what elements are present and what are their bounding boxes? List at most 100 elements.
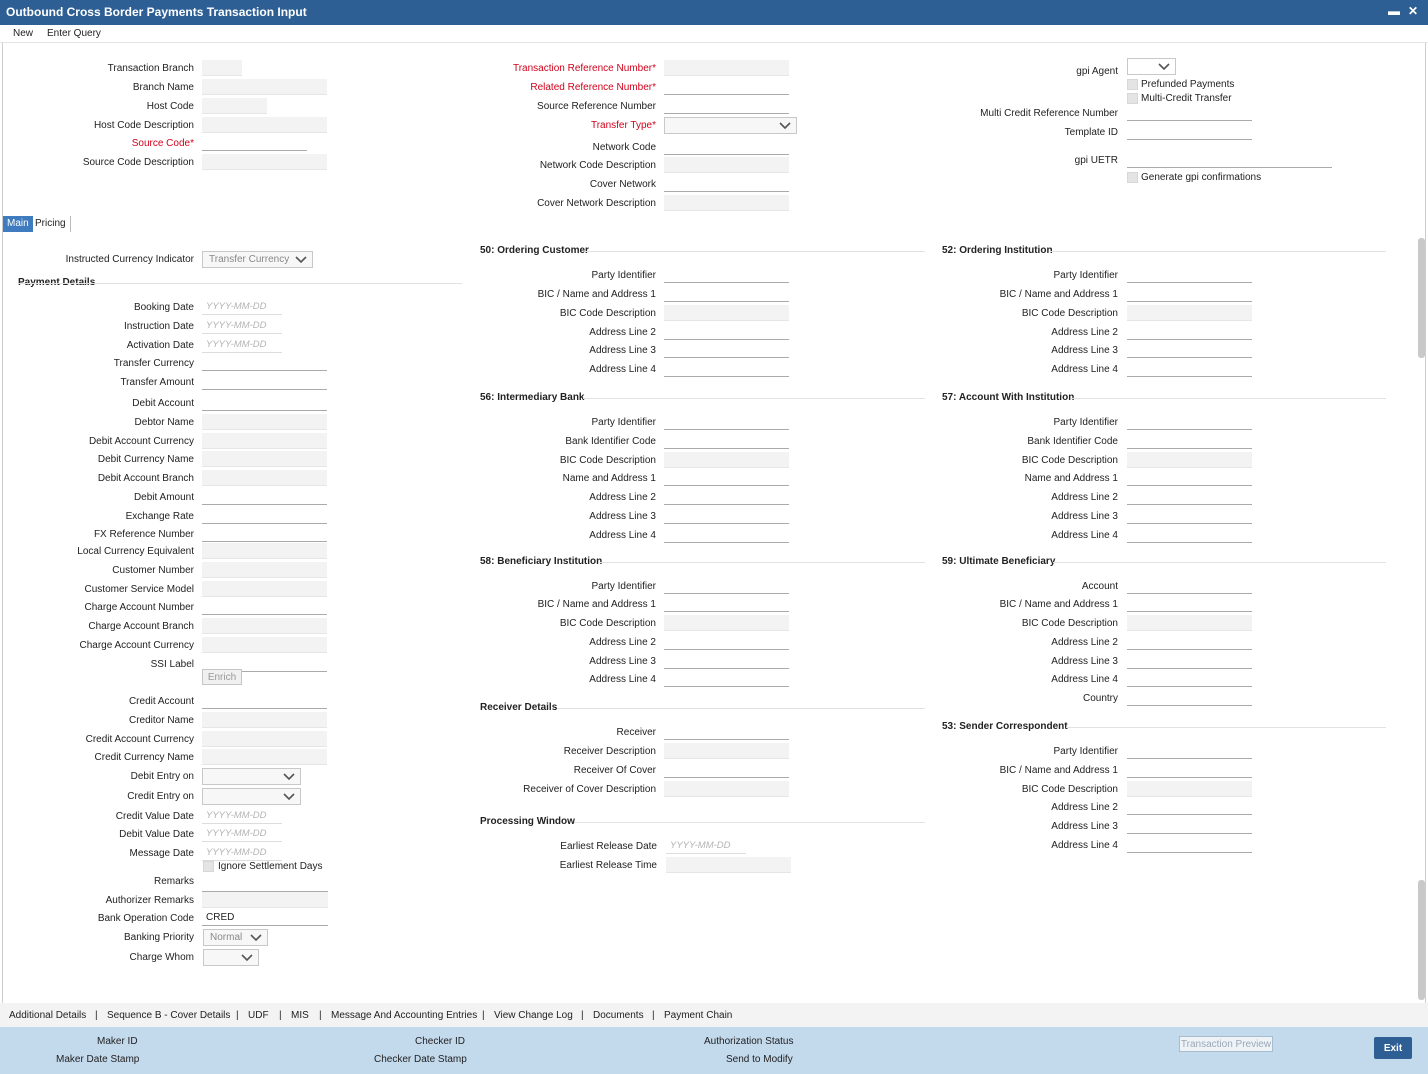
activation-date-date-input[interactable]: YYYY-MM-DD (202, 337, 282, 353)
receiver-details-receiver-of-cover-input[interactable] (664, 762, 789, 778)
fx-reference-number-input[interactable] (202, 526, 327, 542)
ultimate-beneficiary-address-line-4-input[interactable] (1127, 671, 1252, 687)
generate-gpi-confirmations-checkbox[interactable] (1127, 172, 1138, 183)
ultimate-beneficiary-address-line-2-input[interactable] (1127, 634, 1252, 650)
new-button[interactable]: New (13, 28, 33, 39)
account-with-institution-address-line-3-label: Address Line 3 (1051, 511, 1118, 522)
account-with-institution-bic-code-description-label: BIC Code Description (1021, 455, 1118, 466)
minimize-icon[interactable]: ▬ (1388, 4, 1400, 18)
transfer-amount-input[interactable] (202, 374, 327, 390)
ordering-customer-address-line-3-input[interactable] (664, 342, 789, 358)
sender-correspondent-address-line-4-input[interactable] (1127, 837, 1252, 853)
close-icon[interactable]: ✕ (1408, 4, 1418, 18)
link-udf[interactable]: UDF (248, 1010, 269, 1021)
charge-account-number-input[interactable] (202, 599, 327, 615)
debit-value-date-date-input[interactable]: YYYY-MM-DD (202, 826, 282, 842)
ordering-customer-party-identifier-input[interactable] (664, 267, 789, 283)
vertical-scrollbar-thumb-lower[interactable] (1418, 880, 1425, 1000)
link-payment-chain[interactable]: Payment Chain (664, 1010, 732, 1021)
instruction-date-date-input[interactable]: YYYY-MM-DD (202, 318, 282, 334)
account-with-institution-name-and-address-1-input[interactable] (1127, 470, 1252, 486)
beneficiary-institution-address-line-3-input[interactable] (664, 653, 789, 669)
booking-date-date-input[interactable]: YYYY-MM-DD (202, 299, 282, 315)
cover-network-input[interactable] (664, 176, 789, 192)
creditor-name-label: Creditor Name (128, 715, 194, 726)
account-with-institution-address-line-3-input[interactable] (1127, 508, 1252, 524)
transfer-currency-input[interactable] (202, 355, 327, 371)
multi-credit-reference-number-input[interactable] (1127, 105, 1252, 121)
enter-query-button[interactable]: Enter Query (47, 28, 101, 39)
account-with-institution-address-line-2-input[interactable] (1127, 489, 1252, 505)
credit-value-date-date-input[interactable]: YYYY-MM-DD (202, 808, 282, 824)
debit-entry-on-select[interactable] (202, 768, 301, 785)
debit-amount-input[interactable] (202, 489, 327, 505)
source-reference-number-input[interactable] (664, 98, 789, 114)
ignore-settlement-days-checkbox[interactable] (203, 861, 214, 872)
vertical-scrollbar-thumb-upper[interactable] (1418, 238, 1425, 358)
tab-main[interactable]: Main (3, 216, 33, 232)
link-view-change-log[interactable]: View Change Log (494, 1010, 573, 1021)
intermediary-bank-address-line-2-input[interactable] (664, 489, 789, 505)
charge-whom-select[interactable] (203, 949, 259, 966)
ultimate-beneficiary-account-input[interactable] (1127, 578, 1252, 594)
intermediary-bank-address-line-4-input[interactable] (664, 527, 789, 543)
exchange-rate-input[interactable] (202, 508, 327, 524)
beneficiary-institution-address-line-2-input[interactable] (664, 634, 789, 650)
exit-button[interactable]: Exit (1374, 1037, 1412, 1059)
ordering-institution-party-identifier-input[interactable] (1127, 267, 1252, 283)
link-additional-details[interactable]: Additional Details (9, 1010, 86, 1021)
transfer-type-select[interactable] (664, 117, 797, 134)
receiver-details-receiver-input[interactable] (664, 724, 789, 740)
ultimate-beneficiary-bic-name-and-address-1-input[interactable] (1127, 596, 1252, 612)
account-with-institution-party-identifier-input[interactable] (1127, 414, 1252, 430)
enrich-button[interactable]: Enrich (202, 669, 242, 685)
intermediary-bank-name-and-address-1-input[interactable] (664, 470, 789, 486)
processing-window-earliest-release-date-date-input[interactable]: YYYY-MM-DD (666, 838, 746, 854)
sender-correspondent-address-line-3-input[interactable] (1127, 818, 1252, 834)
transaction-preview-button[interactable]: Transaction Preview (1179, 1036, 1273, 1052)
instructed-currency-indicator-select[interactable]: Transfer Currency (202, 251, 313, 268)
banking-priority-select[interactable]: Normal (203, 929, 268, 946)
sender-correspondent-bic-name-and-address-1-input[interactable] (1127, 762, 1252, 778)
intermediary-bank-address-line-3-input[interactable] (664, 508, 789, 524)
network-code-input[interactable] (664, 139, 789, 155)
beneficiary-institution-party-identifier-input[interactable] (664, 578, 789, 594)
related-reference-number-input[interactable] (664, 79, 789, 95)
sender-correspondent-address-line-2-input[interactable] (1127, 799, 1252, 815)
multi-credit-transfer-checkbox[interactable] (1127, 93, 1138, 104)
prefunded-payments-checkbox[interactable] (1127, 79, 1138, 90)
credit-entry-on-select[interactable] (202, 788, 301, 805)
intermediary-bank-bank-identifier-code-input[interactable] (664, 433, 789, 449)
tab-pricing[interactable]: Pricing (31, 216, 71, 232)
processing-window-section-title: Processing Window (480, 816, 575, 827)
ordering-institution-address-line-4-input[interactable] (1127, 361, 1252, 377)
ordering-customer-address-line-4-input[interactable] (664, 361, 789, 377)
remarks-input[interactable] (202, 876, 328, 892)
message-date-date-input[interactable]: YYYY-MM-DD (202, 845, 282, 861)
beneficiary-institution-bic-code-description-label: BIC Code Description (559, 618, 656, 629)
ordering-customer-address-line-2-input[interactable] (664, 324, 789, 340)
sender-correspondent-party-identifier-input[interactable] (1127, 743, 1252, 759)
ordering-institution-address-line-3-input[interactable] (1127, 342, 1252, 358)
gpi-agent-select[interactable] (1127, 58, 1176, 75)
ultimate-beneficiary-address-line-3-input[interactable] (1127, 653, 1252, 669)
account-with-institution-bank-identifier-code-input[interactable] (1127, 433, 1252, 449)
debit-account-input[interactable] (202, 395, 327, 411)
ultimate-beneficiary-country-input[interactable] (1127, 690, 1252, 706)
link-documents[interactable]: Documents (593, 1010, 644, 1021)
source-code-input[interactable] (202, 135, 307, 151)
ordering-customer-bic-name-and-address-1-input[interactable] (664, 286, 789, 302)
beneficiary-institution-address-line-4-input[interactable] (664, 671, 789, 687)
link-sequence-b-cover-details[interactable]: Sequence B - Cover Details (107, 1010, 230, 1021)
link-message-and-accounting-entries[interactable]: Message And Accounting Entries (331, 1010, 477, 1021)
link-mis[interactable]: MIS (291, 1010, 309, 1021)
credit-account-input[interactable] (202, 693, 327, 709)
bank-operation-code-input[interactable]: CRED (202, 910, 328, 926)
template-id-input[interactable] (1127, 124, 1252, 140)
ordering-institution-address-line-2-input[interactable] (1127, 324, 1252, 340)
beneficiary-institution-bic-name-and-address-1-input[interactable] (664, 596, 789, 612)
intermediary-bank-party-identifier-input[interactable] (664, 414, 789, 430)
ordering-institution-bic-name-and-address-1-input[interactable] (1127, 286, 1252, 302)
gpi-uetr-input[interactable] (1127, 152, 1332, 168)
account-with-institution-address-line-4-input[interactable] (1127, 527, 1252, 543)
